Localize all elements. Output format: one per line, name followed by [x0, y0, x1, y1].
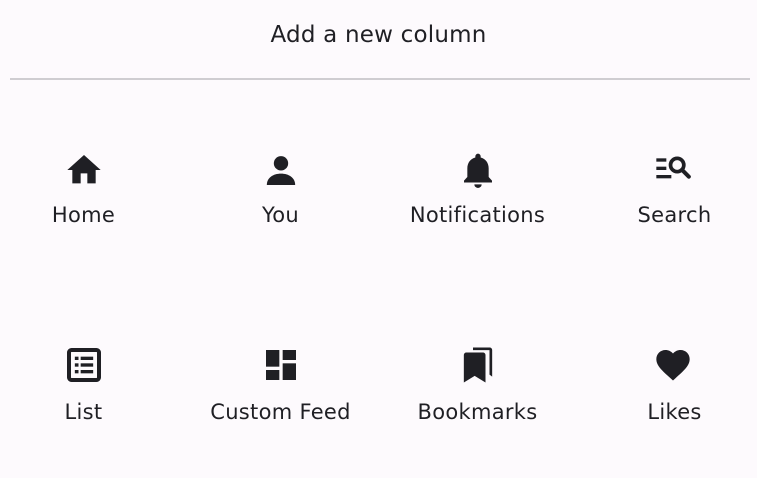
option-label: You: [261, 203, 300, 227]
option-search[interactable]: Search: [576, 80, 757, 230]
option-label: Notifications: [409, 203, 546, 227]
column-options-grid: Home You Notifications Search List Custo…: [0, 80, 757, 478]
add-column-dialog: Add a new column Home You Notifications: [0, 0, 757, 478]
option-label: Search: [637, 203, 712, 227]
option-custom-feed[interactable]: Custom Feed: [182, 277, 379, 427]
heart-icon: [653, 345, 693, 385]
option-label: Likes: [647, 400, 702, 424]
option-label: List: [64, 400, 103, 424]
list-icon: [64, 345, 104, 385]
option-list[interactable]: List: [0, 277, 197, 427]
option-you[interactable]: You: [182, 80, 379, 230]
option-likes[interactable]: Likes: [576, 277, 757, 427]
person-icon: [261, 150, 301, 190]
search-icon: [653, 150, 693, 190]
bell-icon: [458, 150, 498, 190]
option-label: Custom Feed: [210, 400, 351, 424]
dialog-title: Add a new column: [270, 22, 487, 48]
home-icon: [64, 150, 104, 190]
bookmarks-icon: [458, 345, 498, 385]
option-home[interactable]: Home: [0, 80, 197, 230]
option-label: Home: [51, 203, 116, 227]
option-label: Bookmarks: [417, 400, 538, 424]
option-notifications[interactable]: Notifications: [379, 80, 576, 230]
dashboard-icon: [261, 345, 301, 385]
option-bookmarks[interactable]: Bookmarks: [379, 277, 576, 427]
